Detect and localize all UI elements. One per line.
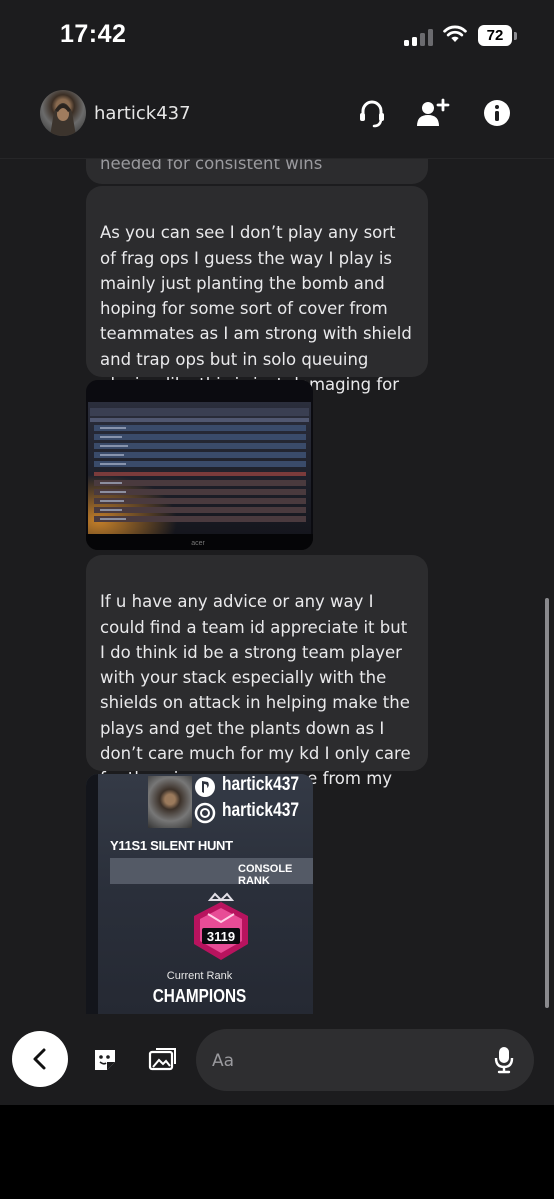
- avatar-image: [50, 103, 76, 136]
- cellular-signal-icon: [404, 28, 434, 46]
- message-input-container[interactable]: [196, 1029, 534, 1093]
- message-bubble[interactable]: needed for consistent wins: [86, 158, 428, 184]
- current-rank-label: Current Rank: [166, 970, 233, 982]
- image-icon[interactable]: [148, 1046, 176, 1074]
- scoreboard-photo[interactable]: acer: [86, 380, 313, 550]
- message-text: needed for consistent wins: [100, 158, 323, 173]
- bottom-area: [0, 1105, 554, 1199]
- psn-username: hartick437: [222, 774, 300, 795]
- message-bubble[interactable]: If u have any advice or any way I could …: [86, 555, 428, 814]
- voice-call-icon[interactable]: [354, 95, 390, 131]
- avatar[interactable]: [40, 90, 86, 136]
- scrollbar[interactable]: [545, 598, 549, 1008]
- contact-username[interactable]: hartick437: [94, 103, 191, 124]
- status-time: 17:42: [60, 20, 127, 48]
- message-composer: [0, 1018, 554, 1105]
- champion-rank-icon: [194, 892, 248, 960]
- ubisoft-icon: [194, 802, 216, 824]
- chevron-left-icon: [33, 1048, 46, 1070]
- battery-indicator: 72: [478, 25, 512, 46]
- rank-mmr: 3119: [206, 929, 236, 944]
- status-bar: 17:42 72: [0, 0, 554, 70]
- microphone-icon[interactable]: [494, 1046, 514, 1074]
- message-bubble[interactable]: As you can see I don’t play any sort of …: [86, 186, 428, 419]
- rank-card-photo[interactable]: hartick437 hartick437 Y11S1 SILENT HUNT …: [86, 774, 313, 1014]
- conversation-header: hartick437: [0, 70, 554, 159]
- player-avatar: [148, 776, 192, 828]
- messenger-screen: 17:42 72 hartick437 needed for consisten…: [0, 0, 554, 1105]
- message-list[interactable]: needed for consistent wins As you can se…: [0, 158, 554, 1018]
- season-label: Y11S1 SILENT HUNT: [110, 838, 233, 853]
- playstation-icon: [195, 777, 215, 797]
- info-icon[interactable]: [479, 95, 515, 131]
- message-input[interactable]: [210, 1029, 484, 1093]
- monitor-brand: acer: [191, 540, 205, 547]
- rank-name: CHAMPIONS: [152, 986, 247, 1006]
- wifi-icon: [443, 25, 467, 42]
- rank-tab-label: CONSOLE RANK: [238, 863, 293, 887]
- back-button[interactable]: [12, 1031, 68, 1087]
- battery-nub: [514, 32, 517, 40]
- add-friend-icon[interactable]: [414, 95, 450, 131]
- sticker-icon[interactable]: [91, 1046, 119, 1074]
- ubisoft-username: hartick437: [222, 800, 300, 821]
